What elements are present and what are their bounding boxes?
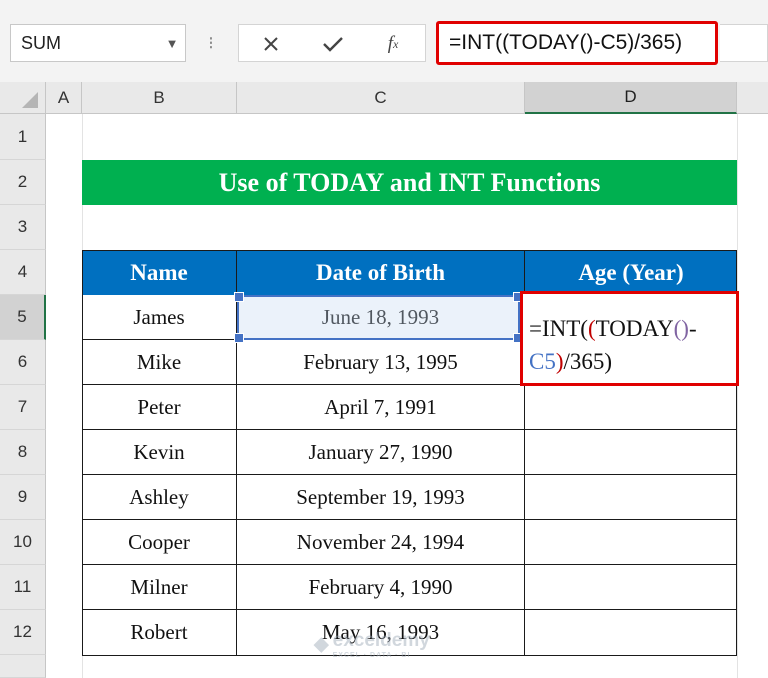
formula-paren: ( (587, 316, 596, 341)
age-cell[interactable] (525, 565, 737, 610)
column-header-a[interactable]: A (46, 82, 82, 114)
check-icon[interactable] (311, 25, 355, 63)
age-cell[interactable] (525, 385, 737, 430)
gridline (737, 114, 738, 678)
dob-cell[interactable]: February 13, 1995 (237, 340, 525, 385)
column-header-c[interactable]: C (237, 82, 525, 114)
select-all-button[interactable] (0, 82, 46, 114)
table-header-name[interactable]: Name (82, 250, 237, 295)
row-header-5[interactable]: 5 (0, 295, 46, 340)
name-cell[interactable]: Mike (82, 340, 237, 385)
age-cell[interactable] (525, 610, 737, 655)
formula-operator: - (688, 316, 697, 341)
row-header-2[interactable]: 2 (0, 160, 46, 205)
editing-cell-d5[interactable]: =INT((TODAY()-C5)/365) (520, 291, 739, 386)
name-cell[interactable]: Kevin (82, 430, 237, 475)
name-cell[interactable]: Milner (82, 565, 237, 610)
row-header-1[interactable]: 1 (0, 114, 46, 160)
formula-paren: ) (681, 316, 689, 341)
dob-cell[interactable]: November 24, 1994 (237, 520, 525, 565)
formula-buttons: fx (238, 24, 426, 62)
row-header-11[interactable]: 11 (0, 565, 46, 610)
dob-cell[interactable]: January 27, 1990 (237, 430, 525, 475)
name-cell[interactable]: Cooper (82, 520, 237, 565)
drag-handle-icon[interactable]: ⁝ (206, 28, 216, 58)
row-header-12[interactable]: 12 (0, 610, 46, 655)
age-cell[interactable] (525, 520, 737, 565)
age-cell[interactable] (525, 430, 737, 475)
title-banner[interactable]: Use of TODAY and INT Functions (82, 160, 737, 205)
row-header-4[interactable]: 4 (0, 250, 46, 295)
row-header-9[interactable]: 9 (0, 475, 46, 520)
table-header-age[interactable]: Age (Year) (525, 250, 737, 295)
age-cell[interactable] (525, 475, 737, 520)
watermark-tagline: EXCEL · DATA · BI (332, 651, 411, 659)
name-cell[interactable]: Peter (82, 385, 237, 430)
formula-input[interactable]: =INT((TODAY()-C5)/365) (436, 21, 718, 65)
formula-input-extension[interactable] (720, 24, 768, 62)
chevron-down-icon[interactable]: ▼ (158, 24, 186, 62)
close-icon[interactable] (249, 25, 293, 63)
formula-text: =INT( (529, 316, 588, 341)
dob-cell[interactable]: September 19, 1993 (237, 475, 525, 520)
row-header-10[interactable]: 10 (0, 520, 46, 565)
column-header-b[interactable]: B (82, 82, 237, 114)
formula-text: /365) (563, 349, 613, 374)
dob-cell[interactable]: June 18, 1993 (237, 295, 525, 340)
row-header-3[interactable]: 3 (0, 205, 46, 250)
column-header-d[interactable]: D (525, 82, 737, 114)
name-cell[interactable]: James (82, 295, 237, 340)
row-header-7[interactable]: 7 (0, 385, 46, 430)
row-header-13[interactable] (0, 655, 46, 678)
logo-icon: ◆ (314, 633, 329, 655)
dob-cell[interactable]: February 4, 1990 (237, 565, 525, 610)
dob-cell[interactable]: April 7, 1991 (237, 385, 525, 430)
table-header-dob[interactable]: Date of Birth (237, 250, 525, 295)
watermark-name: exceldemy (332, 629, 430, 651)
name-cell[interactable]: Robert (82, 610, 237, 655)
formula-reference: C5 (529, 349, 556, 374)
row-header-8[interactable]: 8 (0, 430, 46, 475)
formula-function: TODAY (595, 316, 674, 341)
fx-icon[interactable]: fx (371, 25, 415, 63)
row-header-6[interactable]: 6 (0, 340, 46, 385)
column-header-e[interactable] (737, 82, 768, 114)
name-cell[interactable]: Ashley (82, 475, 237, 520)
watermark-logo: ◆ exceldemy EXCEL · DATA · BI (314, 628, 464, 660)
formula-paren: ) (555, 349, 564, 374)
